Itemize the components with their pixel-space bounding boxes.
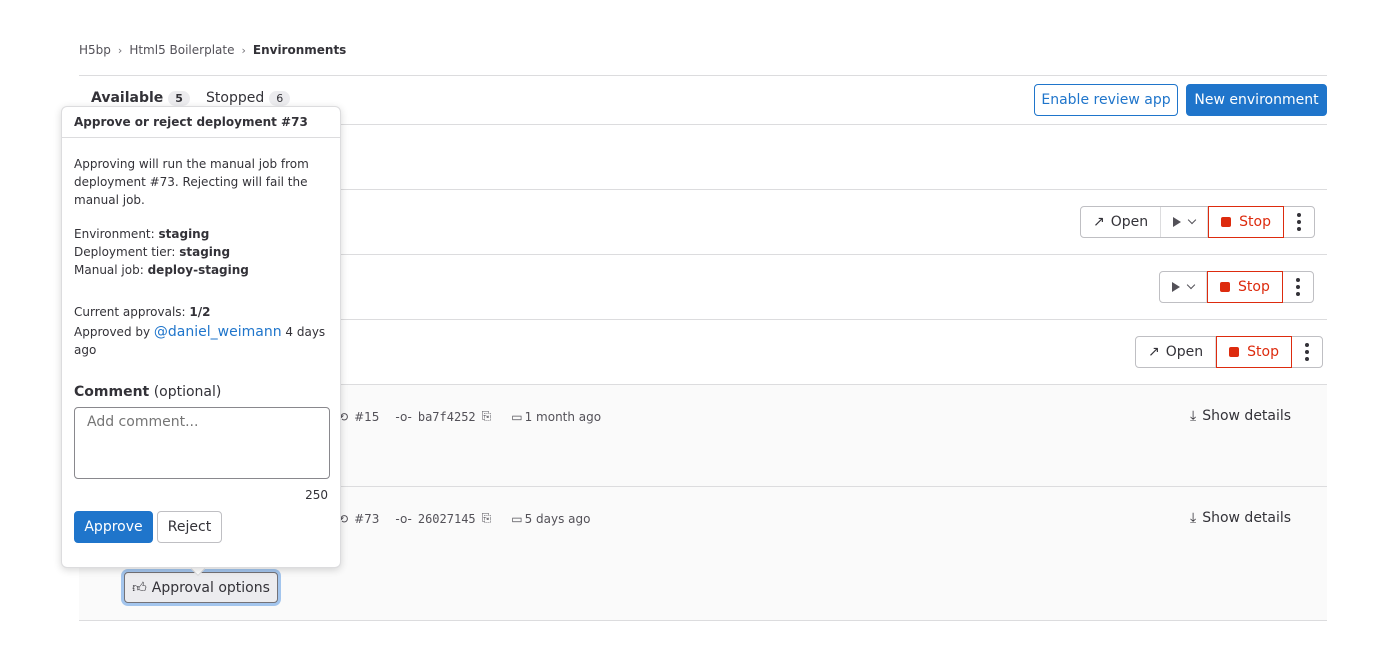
- chevron-down-icon: [1187, 215, 1197, 225]
- stop-icon: [1229, 347, 1240, 357]
- more-actions-button[interactable]: [1292, 337, 1322, 367]
- new-environment-button[interactable]: New environment: [1186, 84, 1327, 116]
- environment-actions: Stop: [1159, 271, 1314, 303]
- count-badge: 5: [168, 90, 190, 106]
- open-button[interactable]: ↗ Open: [1136, 337, 1217, 367]
- reject-button[interactable]: Reject: [157, 511, 222, 543]
- commit-icon: -o-: [395, 511, 412, 526]
- breadcrumb-group[interactable]: H5bp: [79, 43, 111, 57]
- stop-button[interactable]: Stop: [1216, 336, 1292, 368]
- kebab-icon: [1296, 213, 1301, 231]
- open-button[interactable]: ↗ Open: [1081, 207, 1162, 237]
- chevron-right-icon: ›: [241, 43, 246, 57]
- pipeline-link[interactable]: #15: [354, 410, 379, 424]
- approval-options-button[interactable]: 👍︎ Approval options: [124, 572, 278, 603]
- tab-label: Stopped: [206, 90, 265, 106]
- character-count: 250: [305, 488, 328, 502]
- popover-description: Approving will run the manual job from d…: [74, 157, 309, 207]
- environment-actions: ↗ Open Stop: [1080, 206, 1315, 238]
- kebab-icon: [1304, 343, 1309, 361]
- approved-by-line: Approved by @daniel_weimann 4 days ago: [74, 324, 326, 357]
- tab-label: Available: [91, 90, 164, 106]
- tier-line: Deployment tier: staging: [74, 245, 231, 259]
- play-icon: [1173, 217, 1182, 227]
- count-badge: 6: [269, 90, 291, 106]
- calendar-icon: ▭: [511, 409, 523, 424]
- calendar-icon: ▭: [511, 511, 523, 526]
- chevron-down-icon: [1186, 280, 1196, 290]
- arrow-down-icon: ⤓: [1190, 510, 1197, 526]
- deployment-time: 5 days ago: [524, 511, 591, 526]
- play-icon: [1172, 282, 1180, 292]
- kebab-icon: [1295, 278, 1300, 296]
- breadcrumb-project[interactable]: Html5 Boilerplate: [129, 43, 234, 57]
- commit-icon: -o-: [395, 409, 412, 424]
- comment-textarea[interactable]: [74, 407, 330, 479]
- arrow-down-icon: ⤓: [1190, 408, 1197, 424]
- copy-icon[interactable]: ⎘: [482, 511, 492, 526]
- more-actions-button[interactable]: [1283, 272, 1313, 302]
- job-line: Manual job: deploy-staging: [74, 263, 249, 277]
- more-actions-button[interactable]: [1284, 207, 1314, 237]
- divider: [79, 620, 1327, 621]
- breadcrumb-current: Environments: [252, 43, 347, 57]
- deploy-dropdown[interactable]: [1161, 207, 1209, 237]
- copy-icon[interactable]: ⎘: [482, 409, 492, 424]
- stop-icon: [1221, 217, 1232, 227]
- deployment-meta: ⟲ #73 -o- 26027145 ⎘ ▭ 5 days ago: [338, 511, 591, 526]
- popover-title: Approve or reject deployment #73: [62, 107, 340, 138]
- deployment-meta: ⟲ #15 -o- ba7f4252 ⎘ ▭ 1 month ago: [338, 409, 601, 424]
- divider: [79, 75, 1327, 76]
- tab-stopped[interactable]: Stopped 6: [206, 90, 291, 106]
- approval-popover: Approve or reject deployment #73 Approvi…: [61, 106, 341, 568]
- chevron-right-icon: ›: [117, 43, 123, 57]
- enable-review-app-button[interactable]: Enable review app: [1034, 84, 1178, 116]
- external-link-icon: ↗: [1093, 214, 1105, 230]
- thumb-up-icon: 👍︎: [132, 580, 147, 596]
- environment-line: Environment: staging: [74, 227, 210, 241]
- show-details-button[interactable]: ⤓ Show details: [1190, 408, 1291, 424]
- commit-sha[interactable]: ba7f4252: [418, 410, 476, 424]
- stop-button[interactable]: Stop: [1207, 271, 1283, 303]
- stop-button[interactable]: Stop: [1208, 206, 1284, 238]
- deploy-dropdown[interactable]: [1160, 272, 1207, 302]
- user-link[interactable]: @daniel_weimann: [154, 324, 282, 340]
- pipeline-link[interactable]: #73: [354, 512, 379, 526]
- show-details-button[interactable]: ⤓ Show details: [1190, 510, 1291, 526]
- tab-available[interactable]: Available 5: [91, 90, 190, 106]
- approve-button[interactable]: Approve: [74, 511, 153, 543]
- external-link-icon: ↗: [1148, 344, 1160, 360]
- breadcrumb: H5bp › Html5 Boilerplate › Environments: [79, 43, 346, 57]
- deployment-time: 1 month ago: [524, 409, 602, 424]
- commit-sha[interactable]: 26027145: [418, 512, 476, 526]
- environment-actions: ↗ Open Stop: [1135, 336, 1323, 368]
- comment-label: Comment (optional): [74, 384, 222, 400]
- approvals-line: Current approvals: 1/2: [74, 305, 211, 319]
- stop-icon: [1220, 282, 1230, 292]
